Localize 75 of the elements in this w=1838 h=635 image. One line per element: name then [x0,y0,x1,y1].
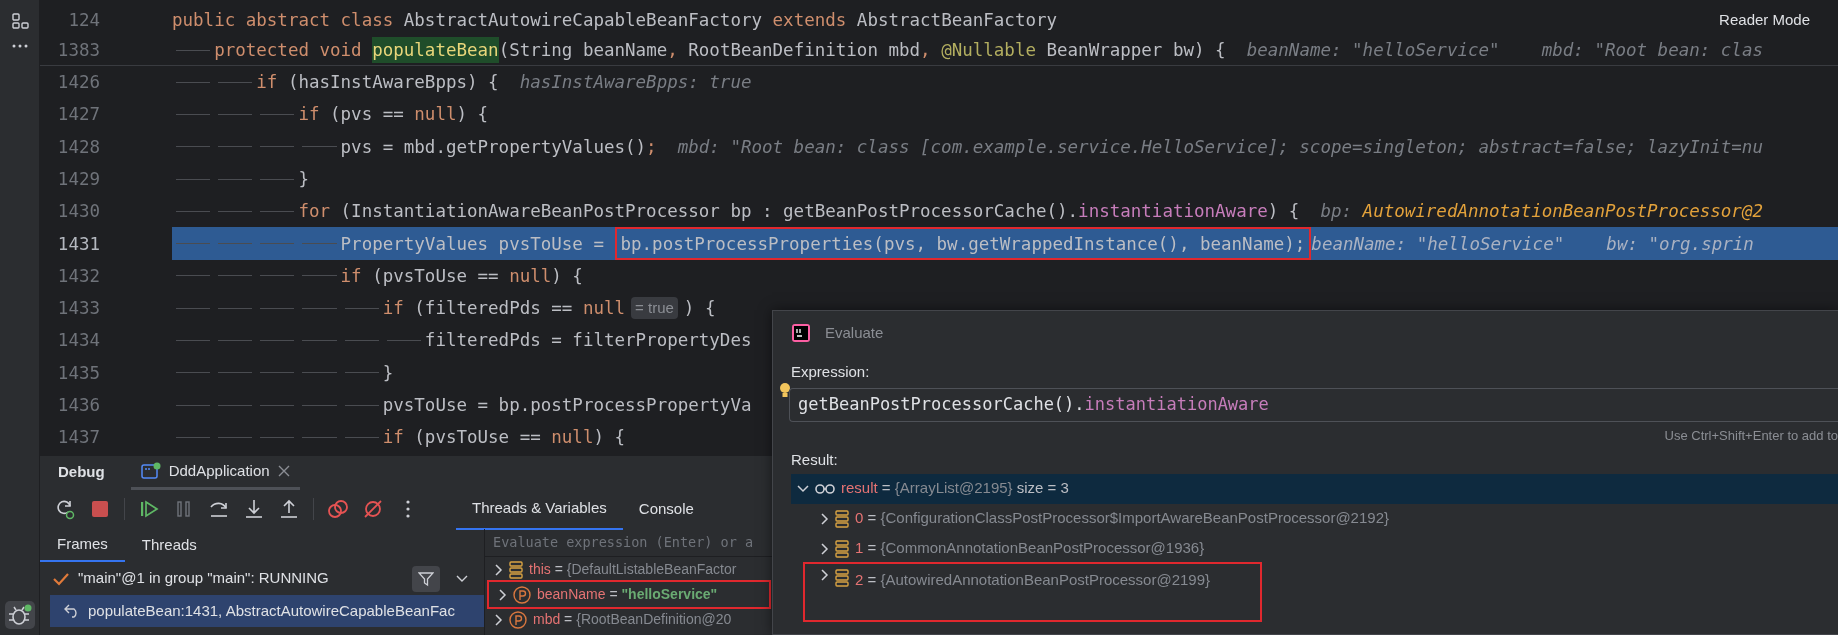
result-entry[interactable]: 1 = {CommonAnnotationBeanPostProcessor@1936} [855,537,1205,560]
line-number: 1436 [56,394,101,417]
line-number: 1432 [56,264,101,288]
line-number: 1434 [56,329,101,353]
lightbulb-icon[interactable] [779,381,791,400]
field-stack-icon [835,539,849,558]
line-number: 1427 [56,103,101,127]
chevron-right-icon[interactable] [821,542,829,555]
more-icon[interactable] [11,44,28,48]
line-number: 1429 [56,167,101,191]
frames-tab[interactable]: Frames [40,529,125,562]
filter-button[interactable] [412,565,440,592]
line-number: 1435 [56,361,101,385]
app-logo-icon [791,323,811,343]
expression-field[interactable]: getBeanPostProcessorCache().instantiationAware [789,387,1838,422]
chevron-right-icon[interactable] [821,568,829,581]
field-stack-icon [835,509,849,528]
rerun-icon[interactable] [54,498,76,520]
parameter-icon [513,585,531,604]
code-line: pvs = mbd.getPropertyValues(); mbd: "Root bean: class [com.example.service.HelloService]; scope=singleton; abstract=false; lazyInit=nu [172,130,1838,163]
variable-entry[interactable]: this = {DefaultListableBeanFactor [529,559,737,580]
chevron-right-icon[interactable] [495,563,503,576]
breakpoints-icon[interactable] [327,498,349,520]
filter-icon [418,570,434,587]
field-label: Expression: [791,362,871,382]
code-line: if (hasInstAwareBpps) { hasInstAwareBpps: true [172,66,1838,99]
shortcut-hint: Use Ctrl+Shift+Enter to add to [1663,426,1838,445]
return-arrow-icon [64,604,80,618]
stop-icon[interactable] [89,498,111,520]
line-number: 1437 [56,426,101,450]
dialog-title: Evaluate [825,322,884,343]
line-number: 1430 [56,200,101,224]
code-line: for (InstantiationAwareBeanPostProcessor bp : getBeanPostProcessorCache().instantiationAware) { bp: AutowiredAnnotationBeanPostProcessor@2 [172,195,1838,228]
app-window-icon [140,462,161,480]
step-out-icon[interactable] [278,498,300,520]
chevron-right-icon[interactable] [821,512,829,525]
chevron-right-icon[interactable] [499,588,507,601]
code-line: if (pvsToUse == null) { [172,259,1838,293]
variable-entry[interactable]: beanName = "helloService" [537,584,718,605]
chevron-down-icon[interactable] [456,574,468,583]
line-number: 1433 [56,297,101,321]
code-line: if (pvs == null) { [172,98,1838,131]
field-stack-icon [835,568,849,587]
structure-icon[interactable] [10,12,29,30]
variable-entry[interactable]: mbd = {RootBeanDefinition@20 [533,609,732,630]
result-entry[interactable]: 0 = {ConfigurationClassPostProcessor$ImportAwareBeanPostProcessor@2192} [855,507,1389,530]
code-line: public abstract class AbstractAutowireCapableBeanFactory extends AbstractBeanFactory [172,8,1058,32]
line-number: 124 [67,8,101,32]
line-number: 1426 [56,71,101,94]
frames-tab[interactable]: Threads [124,529,214,562]
session-tab[interactable]: DddApplication [130,456,300,490]
line-number: 1431 [56,232,101,256]
result-entry[interactable]: 2 = {AutowiredAnnotationBeanPostProcessor@2199} [855,568,1211,591]
resume-icon[interactable] [138,498,160,520]
chevron-right-icon[interactable] [495,613,503,626]
glasses-icon [815,482,835,495]
line-number: 1428 [56,135,101,159]
code-line: protected void populateBean(String beanName, RootBeanDefinition mbd, @Nullable BeanWrapper bw) { beanName: "helloService" mbd: "Root bean: clas [172,35,1763,65]
panel-title: Debug [58,462,105,483]
step-into-icon[interactable] [243,498,265,520]
parameter-icon [509,610,527,629]
stack-frame[interactable]: populateBean:1431, AbstractAutowireCapableBeanFac [50,595,484,627]
field-stack-icon [509,560,523,579]
mute-breakpoints-icon[interactable] [362,498,384,520]
view-tab[interactable]: Console [622,488,710,530]
thread-status[interactable]: "main"@1 in group "main": RUNNING [78,567,329,590]
view-tab[interactable]: Threads & Variables [456,488,623,530]
field-label: Result: [791,450,839,470]
result-entry[interactable]: result = {ArrayList@2195} size = 3 [841,477,1069,500]
chevron-down-icon[interactable] [797,484,809,493]
line-number: 1383 [56,38,101,62]
debug-bug-icon[interactable] [4,601,35,629]
reader-mode-link[interactable]: Reader Mode [1719,8,1838,32]
code-line: } [172,162,1838,196]
close-icon[interactable] [277,465,290,477]
